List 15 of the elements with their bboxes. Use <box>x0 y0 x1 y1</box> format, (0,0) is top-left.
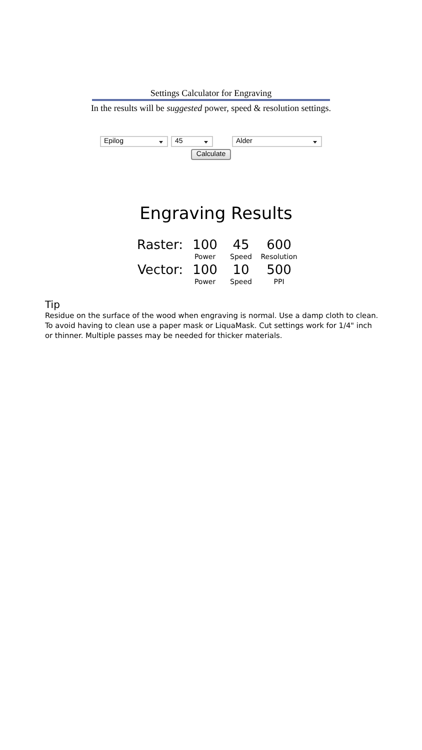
subtitle: In the results will be suggested power, speed & resolution settings. <box>90 103 332 113</box>
result-value: 45 <box>232 238 250 253</box>
row-label: Vector: <box>136 263 184 278</box>
caret-icon <box>312 140 318 144</box>
result-value: 100 <box>192 238 218 253</box>
caret-icon <box>158 140 164 144</box>
caret-icon <box>203 140 209 144</box>
results-title: Engraving Results <box>140 204 292 224</box>
page-title: Settings Calculator for Engraving <box>150 88 272 99</box>
row-label: Raster: <box>136 238 184 253</box>
tip-heading: Tip <box>45 300 61 311</box>
result-value: 10 <box>232 263 250 278</box>
result-value: 100 <box>192 263 218 278</box>
result-value: 600 <box>266 238 292 253</box>
result-value: 500 <box>266 263 292 278</box>
